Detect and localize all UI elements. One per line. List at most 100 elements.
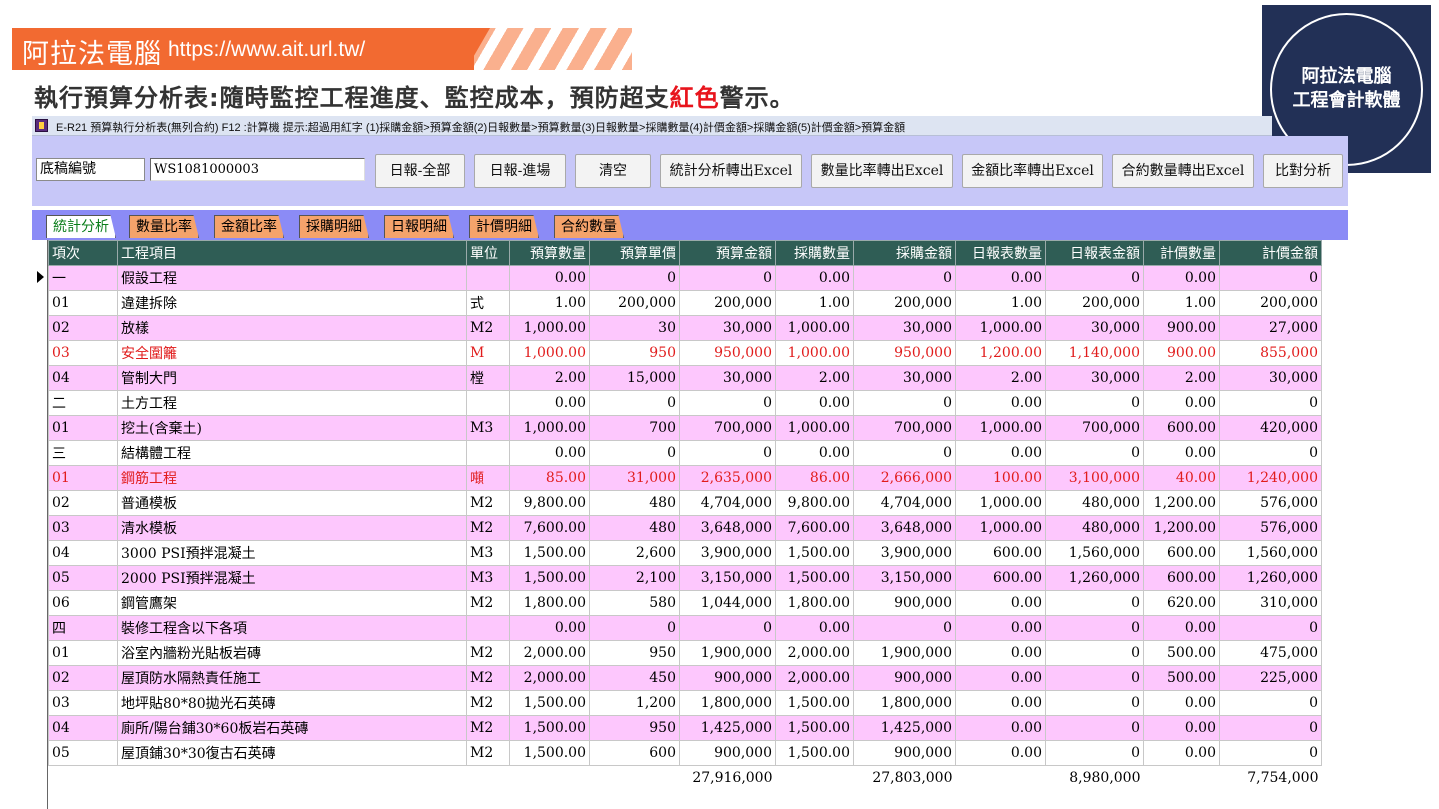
cell-valuation-qty[interactable]: 600.00: [1143, 415, 1220, 441]
cell-purchase-amount[interactable]: 1,900,000: [853, 640, 956, 666]
cell-budget-qty[interactable]: 1,500.00: [509, 715, 590, 741]
cell-daily-qty[interactable]: 2.00: [955, 365, 1046, 391]
export-stats-excel-button[interactable]: 統計分析轉出Excel: [660, 154, 802, 188]
cell-budget-amount[interactable]: 0: [679, 390, 776, 416]
cell-budget-price[interactable]: 1,200: [589, 690, 680, 716]
tab-quantity-ratio[interactable]: 數量比率: [129, 215, 199, 238]
cell-item-no[interactable]: 03: [48, 340, 118, 366]
cell-daily-qty[interactable]: 1,000.00: [955, 415, 1046, 441]
cell-budget-amount[interactable]: 950,000: [679, 340, 776, 366]
tab-amount-ratio[interactable]: 金額比率: [214, 215, 284, 238]
cell-daily-amount[interactable]: 0: [1045, 590, 1144, 616]
cell-budget-price[interactable]: 31,000: [589, 465, 680, 491]
table-row[interactable]: 四裝修工程含以下各項 0.00 0 0 0.00 0 0.00 0 0.00 0: [48, 615, 1322, 641]
cell-valuation-qty[interactable]: 0.00: [1143, 265, 1220, 291]
cell-purchase-amount[interactable]: 1,425,000: [853, 715, 956, 741]
cell-work-item[interactable]: 鋼管鷹架: [117, 590, 467, 616]
table-row[interactable]: 03 清水模板 M2 7,600.00 480 3,648,000 7,600.00 3,64…: [48, 515, 1322, 541]
cell-daily-qty[interactable]: 1,000.00: [955, 315, 1046, 341]
cell-valuation-qty[interactable]: 0.00: [1143, 740, 1220, 766]
cell-purchase-qty[interactable]: 9,800.00: [775, 490, 854, 516]
cell-purchase-amount[interactable]: 2,666,000: [853, 465, 956, 491]
cell-purchase-qty[interactable]: 1,800.00: [775, 590, 854, 616]
cell-valuation-amount[interactable]: 1,240,000: [1219, 465, 1322, 491]
cell-budget-amount[interactable]: 900,000: [679, 740, 776, 766]
table-row[interactable]: 三結構體工程 0.00 0 0 0.00 0 0.00 0 0.00 0: [48, 440, 1322, 466]
cell-purchase-qty[interactable]: 86.00: [775, 465, 854, 491]
cell-work-item[interactable]: 安全圍籬: [117, 340, 467, 366]
cell-daily-qty[interactable]: 1,200.00: [955, 340, 1046, 366]
table-row[interactable]: 05 屋頂鋪30*30復古石英磚 M2 1,500.00 600 900,000 1,500…: [48, 740, 1322, 766]
cell-purchase-qty[interactable]: 1,000.00: [775, 340, 854, 366]
cell-purchase-qty[interactable]: 1,000.00: [775, 315, 854, 341]
cell-daily-qty[interactable]: 0.00: [955, 390, 1046, 416]
cell-work-item[interactable]: 屋頂鋪30*30復古石英磚: [117, 740, 467, 766]
cell-valuation-amount[interactable]: 200,000: [1219, 290, 1322, 316]
cell-item-no[interactable]: 01: [48, 465, 118, 491]
cell-purchase-amount[interactable]: 4,704,000: [853, 490, 956, 516]
table-row[interactable]: 一假設工程 0.00 0 0 0.00 0 0.00 0 0.00 0: [48, 265, 1322, 291]
cell-daily-amount[interactable]: 0: [1045, 265, 1144, 291]
cell-purchase-amount[interactable]: 900,000: [853, 665, 956, 691]
column-header-valuation-qty[interactable]: 計價數量: [1143, 240, 1220, 266]
cell-valuation-amount[interactable]: 576,000: [1219, 490, 1322, 516]
cell-budget-amount[interactable]: 30,000: [679, 365, 776, 391]
table-row[interactable]: 01 浴室內牆粉光貼板岩磚 M2 2,000.00 950 1,900,000 2,000.…: [48, 640, 1322, 666]
cell-budget-qty[interactable]: 2,000.00: [509, 640, 590, 666]
cell-daily-amount[interactable]: 0: [1045, 740, 1144, 766]
row-selector-column[interactable]: [36, 240, 48, 809]
cell-daily-amount[interactable]: 30,000: [1045, 365, 1144, 391]
cell-valuation-qty[interactable]: 600.00: [1143, 540, 1220, 566]
cell-purchase-qty[interactable]: 1,500.00: [775, 690, 854, 716]
cell-item-no[interactable]: 05: [48, 565, 118, 591]
cell-valuation-qty[interactable]: 0.00: [1143, 690, 1220, 716]
cell-valuation-qty[interactable]: 2.00: [1143, 365, 1220, 391]
cell-budget-amount[interactable]: 900,000: [679, 665, 776, 691]
table-row[interactable]: 04 廁所/陽台鋪30*60板岩石英磚 M2 1,500.00 950 1,425,000…: [48, 715, 1322, 741]
cell-work-item[interactable]: 廁所/陽台鋪30*60板岩石英磚: [117, 715, 467, 741]
cell-purchase-qty[interactable]: 1,500.00: [775, 740, 854, 766]
cell-purchase-amount[interactable]: 1,800,000: [853, 690, 956, 716]
cell-budget-amount[interactable]: 0: [679, 265, 776, 291]
cell-item-no[interactable]: 一: [48, 265, 118, 291]
cell-unit[interactable]: [466, 390, 510, 416]
cell-purchase-amount[interactable]: 900,000: [853, 740, 956, 766]
cell-purchase-qty[interactable]: 7,600.00: [775, 515, 854, 541]
cell-daily-qty[interactable]: 600.00: [955, 565, 1046, 591]
cell-budget-price[interactable]: 950: [589, 340, 680, 366]
cell-daily-qty[interactable]: 1.00: [955, 290, 1046, 316]
table-row[interactable]: 04 3000 PSI預拌混凝土 M3 1,500.00 2,600 3,900,000 1…: [48, 540, 1322, 566]
cell-budget-price[interactable]: 30: [589, 315, 680, 341]
cell-daily-amount[interactable]: 30,000: [1045, 315, 1144, 341]
cell-daily-amount[interactable]: 1,140,000: [1045, 340, 1144, 366]
cell-unit[interactable]: M3: [466, 415, 510, 441]
cell-unit[interactable]: M2: [466, 715, 510, 741]
cell-work-item[interactable]: 違建拆除: [117, 290, 467, 316]
cell-budget-price[interactable]: 450: [589, 665, 680, 691]
cell-item-no[interactable]: 04: [48, 715, 118, 741]
daily-entry-button[interactable]: 日報-進場: [474, 154, 566, 188]
column-header-item-no[interactable]: 項次: [48, 240, 118, 266]
cell-budget-amount[interactable]: 4,704,000: [679, 490, 776, 516]
cell-valuation-qty[interactable]: 40.00: [1143, 465, 1220, 491]
cell-purchase-amount[interactable]: 3,150,000: [853, 565, 956, 591]
cell-budget-qty[interactable]: 2.00: [509, 365, 590, 391]
cell-valuation-amount[interactable]: 576,000: [1219, 515, 1322, 541]
cell-purchase-qty[interactable]: 1,500.00: [775, 715, 854, 741]
cell-purchase-amount[interactable]: 0: [853, 390, 956, 416]
banner-url[interactable]: https://www.ait.url.tw/: [168, 38, 365, 62]
tab-purchase-detail[interactable]: 採購明細: [299, 215, 369, 238]
cell-budget-price[interactable]: 0: [589, 265, 680, 291]
cell-work-item[interactable]: 土方工程: [117, 390, 467, 416]
cell-budget-price[interactable]: 480: [589, 515, 680, 541]
cell-budget-price[interactable]: 200,000: [589, 290, 680, 316]
cell-work-item[interactable]: 裝修工程含以下各項: [117, 615, 467, 641]
cell-budget-price[interactable]: 0: [589, 390, 680, 416]
cell-unit[interactable]: 噸: [466, 465, 510, 491]
table-row[interactable]: 01 違建拆除式 1.00 200,000 200,000 1.00 200,000 1.00…: [48, 290, 1322, 316]
cell-valuation-qty[interactable]: 620.00: [1143, 590, 1220, 616]
cell-work-item[interactable]: 清水模板: [117, 515, 467, 541]
cell-daily-amount[interactable]: 480,000: [1045, 490, 1144, 516]
cell-budget-price[interactable]: 950: [589, 640, 680, 666]
column-header-budget-amount[interactable]: 預算金額: [679, 240, 776, 266]
